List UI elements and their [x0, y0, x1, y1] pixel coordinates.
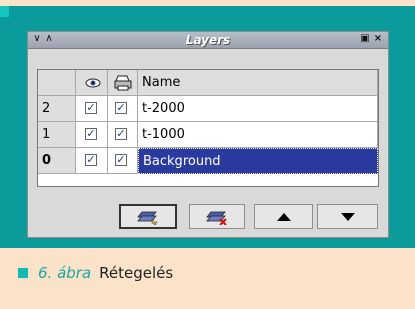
new-layer-icon: [137, 211, 158, 225]
layers-window: ∨ ∧ Layers ▣ × Name 2 ✓ ✓ t-2000 1 ✓ ✓ t…: [27, 31, 389, 238]
layer-number: 2: [38, 96, 76, 122]
print-checkbox[interactable]: ✓: [115, 128, 127, 140]
new-layer-button[interactable]: [119, 204, 177, 229]
header-visible-cell[interactable]: [76, 70, 108, 96]
collapse-icon[interactable]: ∨: [32, 33, 42, 45]
move-down-button[interactable]: [317, 204, 378, 229]
figure-caption: 6. ábra Rétegelés: [18, 262, 173, 284]
print-cell: ✓: [108, 122, 138, 148]
arrow-down-icon: [340, 212, 355, 221]
delete-layer-button[interactable]: [189, 204, 245, 229]
caption-bullet: [18, 268, 28, 278]
expand-icon[interactable]: ∧: [44, 33, 54, 45]
delete-layer-icon: [206, 211, 227, 225]
header-num-cell: [38, 70, 76, 96]
layers-table: Name 2 ✓ ✓ t-2000 1 ✓ ✓ t-1000 0 ✓ ✓ Bac…: [37, 69, 379, 187]
visible-checkbox[interactable]: ✓: [85, 128, 97, 140]
printer-icon: [114, 75, 132, 91]
print-cell: ✓: [108, 148, 138, 174]
layer-name[interactable]: Background: [138, 148, 378, 174]
print-cell: ✓: [108, 96, 138, 122]
layer-number: 1: [38, 122, 76, 148]
header-print-cell[interactable]: [108, 70, 138, 96]
layer-button-bar: [28, 204, 390, 230]
close-icon[interactable]: ×: [372, 33, 384, 45]
visible-checkbox[interactable]: ✓: [85, 154, 97, 166]
titlebar: ∨ ∧ Layers ▣ ×: [28, 32, 388, 49]
table-row-selected[interactable]: 0 ✓ ✓ Background: [38, 148, 378, 174]
eye-icon: [85, 78, 101, 88]
layer-number: 0: [38, 148, 76, 174]
layer-name[interactable]: t-1000: [138, 122, 378, 148]
table-row[interactable]: 2 ✓ ✓ t-2000: [38, 96, 378, 122]
move-up-button[interactable]: [254, 204, 313, 229]
caption-figure-number: 6. ábra: [38, 264, 92, 282]
figure-panel: ∨ ∧ Layers ▣ × Name 2 ✓ ✓ t-2000 1 ✓ ✓ t…: [0, 6, 415, 248]
table-header: Name: [38, 70, 378, 96]
print-checkbox[interactable]: ✓: [115, 102, 127, 114]
arrow-up-icon: [276, 212, 291, 221]
window-title: Layers: [185, 33, 231, 47]
caption-text: Rétegelés: [99, 264, 174, 282]
panel-corner-accent: [0, 6, 9, 17]
header-name-cell[interactable]: Name: [138, 70, 378, 96]
maximize-icon[interactable]: ▣: [360, 33, 370, 45]
visible-checkbox[interactable]: ✓: [85, 102, 97, 114]
layer-name[interactable]: t-2000: [138, 96, 378, 122]
print-checkbox[interactable]: ✓: [115, 154, 127, 166]
visible-cell: ✓: [76, 122, 108, 148]
table-row[interactable]: 1 ✓ ✓ t-1000: [38, 122, 378, 148]
visible-cell: ✓: [76, 148, 108, 174]
visible-cell: ✓: [76, 96, 108, 122]
